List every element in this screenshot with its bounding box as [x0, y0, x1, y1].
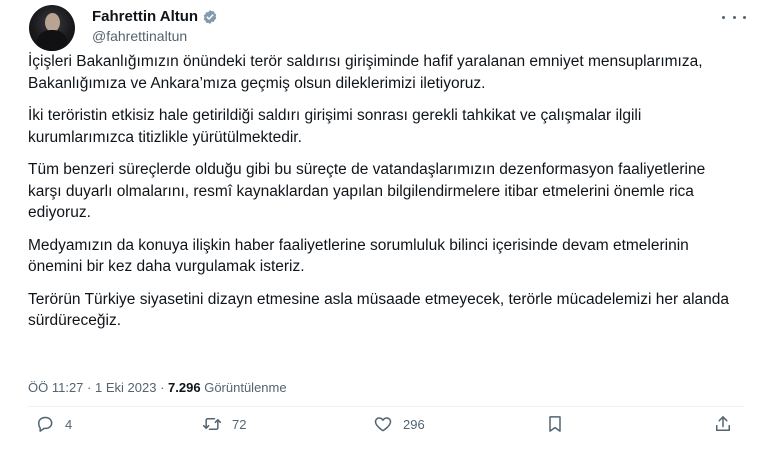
tweet-meta: ÖÖ 11:27 · 1 Eki 2023 · 7.296 Görüntülen… — [28, 380, 287, 395]
heart-icon — [374, 417, 392, 432]
retweet-button[interactable]: 72 — [202, 414, 246, 434]
verified-badge-icon — [203, 9, 217, 24]
tweet-paragraph: Terörün Türkiye siyasetini dizayn etmesi… — [28, 290, 729, 330]
share-button[interactable] — [713, 414, 733, 434]
dot — [732, 15, 736, 19]
share-icon — [716, 416, 730, 431]
tweet-paragraph: İçişleri Bakanlığımızın önündeki terör s… — [28, 53, 703, 92]
tweet-date[interactable]: 1 Eki 2023 — [95, 380, 156, 395]
retweet-count: 72 — [232, 416, 247, 432]
retweet-icon — [202, 418, 222, 430]
author-name-row: Fahrettin Altun — [92, 8, 218, 25]
tweet-card: Fahrettin Altun @fahrettinaltun İçişleri… — [0, 0, 760, 450]
tweet-paragraph: Tüm benzeri süreçlerde olduğu gibi bu sü… — [28, 161, 706, 221]
author-handle[interactable]: @fahrettinaltun — [92, 28, 187, 44]
dot — [722, 15, 725, 19]
avatar-body — [37, 30, 67, 51]
tweet-text: İçişleri Bakanlığımızın önündeki terör s… — [28, 51, 734, 343]
tweet-time[interactable]: ÖÖ 11:27 — [28, 380, 83, 395]
dot — [743, 15, 746, 19]
bookmark-icon — [549, 416, 561, 432]
reply-count: 4 — [65, 416, 73, 432]
tweet-paragraph: İki teröristin etkisiz hale getirildiği … — [28, 107, 642, 146]
more-options-icon[interactable] — [722, 10, 746, 24]
reply-icon — [38, 416, 53, 432]
avatar[interactable] — [29, 5, 75, 51]
action-bar: 4 72 296 — [0, 414, 760, 442]
views-count: 7.296 — [168, 380, 201, 395]
meta-separator: · — [87, 380, 92, 395]
meta-separator: · — [160, 380, 165, 395]
bookmark-button[interactable] — [545, 414, 565, 434]
like-count: 296 — [403, 416, 425, 432]
author-name[interactable]: Fahrettin Altun — [92, 8, 198, 25]
views-label: Görüntülenme — [204, 380, 287, 395]
tweet-paragraph: Medyamızın da konuya ilişkin haber faali… — [28, 236, 689, 276]
reply-button[interactable]: 4 — [35, 414, 72, 434]
like-button[interactable]: 296 — [373, 414, 425, 434]
divider — [28, 406, 744, 407]
